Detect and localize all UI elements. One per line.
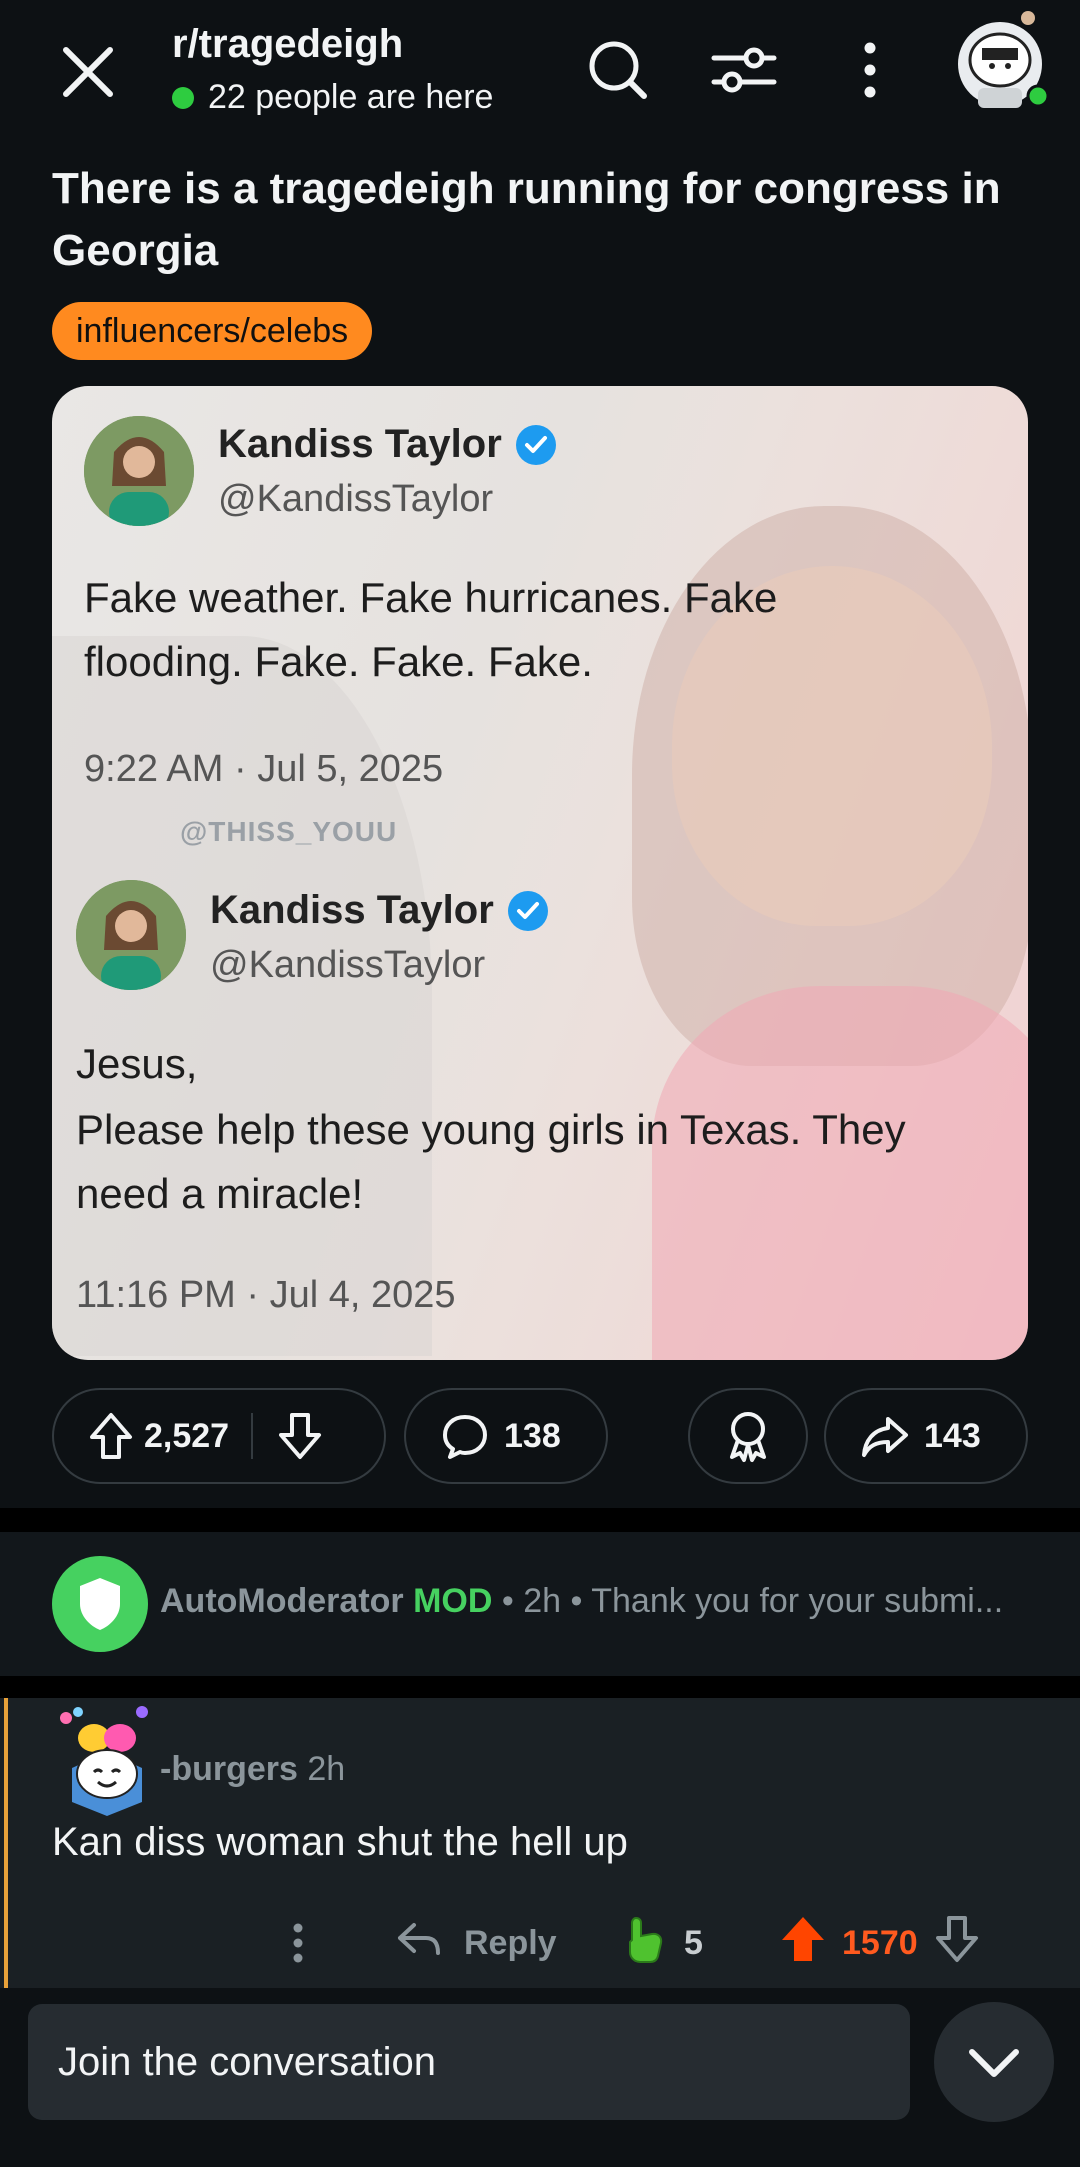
post-actions: 2,527 138 143: [52, 1388, 1028, 1484]
tweet-avatar: [76, 880, 186, 990]
comment-count: 138: [504, 1416, 561, 1455]
award-button[interactable]: [688, 1388, 808, 1484]
award-count: 5: [684, 1923, 703, 1962]
tweet-text: Fake weather. Fake hurricanes. Fake floo…: [84, 574, 778, 685]
tweet-text-line-1: Jesus,: [76, 1040, 198, 1087]
downvote-icon[interactable]: [934, 1914, 980, 1973]
mod-badge: MOD: [413, 1582, 493, 1620]
tweet-author-name: Kandiss Taylor: [218, 422, 502, 466]
close-icon[interactable]: [52, 36, 124, 108]
top-bar: r/tragedeigh 22 people are here: [0, 0, 1080, 140]
upvote-icon[interactable]: [88, 1411, 134, 1461]
share-count: 143: [924, 1416, 981, 1455]
divider: [0, 1508, 1080, 1532]
upvote-count: 2,527: [144, 1416, 230, 1455]
share-button[interactable]: 143: [824, 1388, 1028, 1484]
bottom-bar: Join the conversation: [0, 1988, 1080, 2167]
reply-button[interactable]: Reply: [396, 1908, 557, 1978]
online-text: 22 people are here: [208, 78, 494, 116]
comment-age: 2h: [307, 1750, 346, 1788]
more-vertical-icon[interactable]: [832, 32, 908, 108]
automod-name[interactable]: AutoModerator: [160, 1582, 404, 1620]
vote-pill: 2,527: [52, 1388, 386, 1484]
verified-badge-icon: [506, 889, 550, 933]
comment-author[interactable]: -burgers: [160, 1750, 298, 1788]
tweet-author: Kandiss Taylor: [210, 888, 550, 933]
tweet-handle: @KandissTaylor: [218, 478, 494, 520]
verified-badge-icon: [514, 423, 558, 467]
reply-icon: [396, 1919, 442, 1968]
automod-comment[interactable]: AutoModerator MOD • 2h • Thank you for y…: [0, 1532, 1080, 1676]
post-title[interactable]: There is a tragedeigh running for congre…: [52, 158, 1042, 282]
tweet-timestamp: 9:22 AM · Jul 5, 2025: [84, 748, 444, 790]
join-conversation-input[interactable]: Join the conversation: [28, 2004, 910, 2120]
comments-button[interactable]: 138: [404, 1388, 608, 1484]
online-dot-icon: [172, 86, 194, 109]
tweet-author: Kandiss Taylor: [218, 422, 558, 467]
share-icon: [860, 1413, 910, 1459]
tweet-timestamp: 11:16 PM · Jul 4, 2025: [76, 1274, 456, 1316]
pointing-hand-award-icon: [622, 1914, 668, 1973]
post-image[interactable]: Kandiss Taylor @KandissTaylor Fake weath…: [52, 386, 1028, 1360]
comment-meta: -burgers 2h: [160, 1750, 345, 1789]
user-avatar[interactable]: [950, 10, 1050, 110]
comment-score: 1570: [842, 1923, 918, 1962]
comment-icon: [440, 1411, 490, 1461]
comment-more-icon[interactable]: [278, 1908, 318, 1978]
post-flair[interactable]: influencers/celebs: [52, 302, 373, 360]
tweet-text-line-2: Please help these young girls in Texas. …: [76, 1106, 906, 1217]
award-icon: [724, 1409, 772, 1463]
tweet-author-name: Kandiss Taylor: [210, 888, 494, 932]
tweet-handle: @KandissTaylor: [210, 944, 486, 986]
reply-label: Reply: [464, 1923, 557, 1962]
commenter-avatar[interactable]: [52, 1698, 162, 1818]
tweet-avatar: [84, 416, 194, 526]
image-watermark: @THISS_YOUU: [180, 816, 398, 847]
subreddit-name[interactable]: r/tragedeigh: [172, 22, 403, 67]
divider: [0, 1676, 1080, 1698]
comment-body: Kan diss woman shut the hell up: [52, 1820, 628, 1864]
comment: -burgers 2h Kan diss woman shut the hell…: [0, 1698, 1080, 1988]
comment-vote: 1570: [780, 1908, 980, 1978]
automod-line: AutoModerator MOD • 2h • Thank you for y…: [160, 1582, 1003, 1621]
filter-icon[interactable]: [706, 32, 782, 108]
shield-icon: [52, 1556, 148, 1652]
comment-award[interactable]: 5: [622, 1908, 703, 1978]
comment-actions: Reply 5 1570: [0, 1908, 1080, 1978]
chevron-down-icon[interactable]: [934, 2002, 1054, 2122]
downvote-icon[interactable]: [277, 1411, 323, 1461]
search-icon[interactable]: [580, 32, 656, 108]
background-figure: [52, 636, 432, 1356]
vote-divider: [251, 1413, 254, 1459]
upvote-filled-icon[interactable]: [780, 1914, 826, 1973]
automod-preview: • 2h • Thank you for your submi...: [501, 1582, 1004, 1620]
online-count: 22 people are here: [172, 78, 493, 117]
